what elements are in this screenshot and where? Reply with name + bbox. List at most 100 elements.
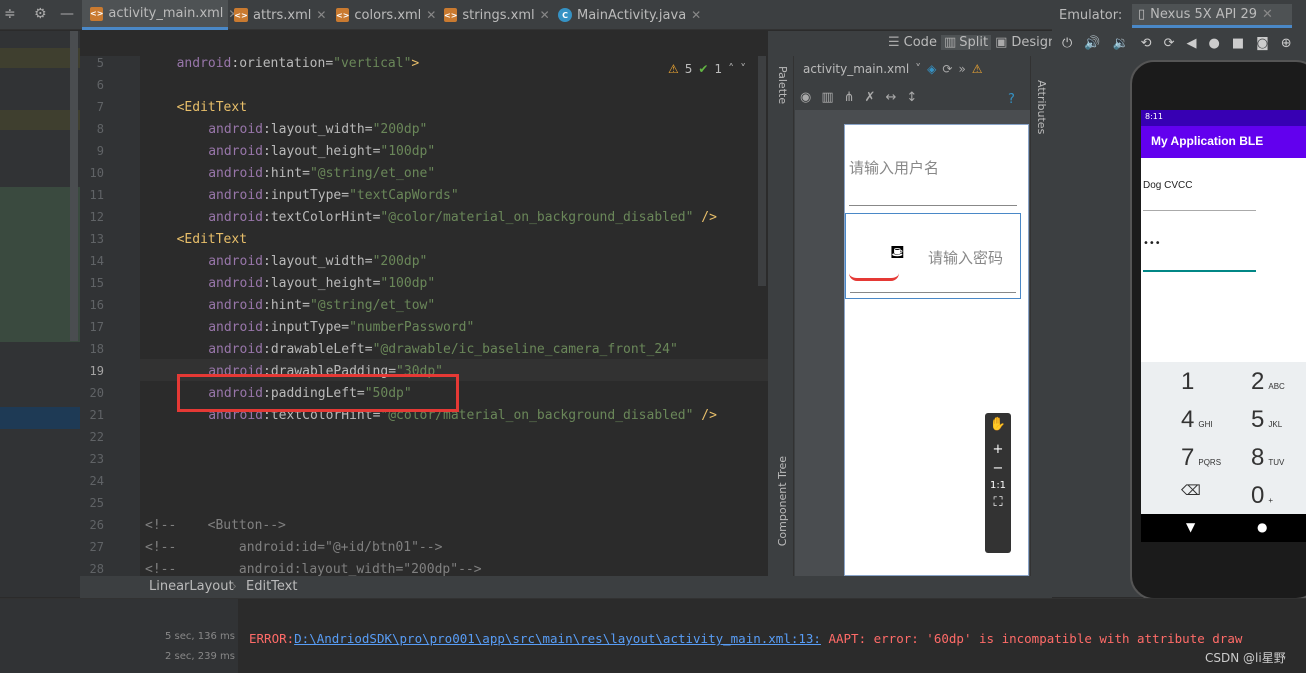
split-mode-button[interactable]: ▥ Split [940,35,992,50]
editor-scrollbar[interactable] [758,56,766,286]
volume-up-icon[interactable]: 🔊 [1084,36,1100,51]
annotation-highlight-box [177,374,459,412]
orientation-icon[interactable]: ⟳ [942,62,952,76]
power-icon[interactable]: ⏻ [1062,36,1072,51]
split-horizontal-icon[interactable]: ≑ [4,6,16,22]
selected-stripe [0,407,80,429]
blueprint-icon[interactable]: ▥ [821,90,833,105]
code-token: inputType [270,188,342,203]
fit-screen-icon[interactable]: ⛶ [985,495,1011,510]
selected-edittext[interactable]: ⛾ 请输入密码 [845,213,1021,299]
close-icon[interactable]: ✕ [1262,7,1273,22]
code-token: : [262,254,271,269]
chevron-down-icon[interactable]: ˅ [740,62,746,76]
back-icon[interactable]: ◀ [1186,36,1196,51]
xml-file-icon: <> [234,8,248,22]
code-token: "@string/et_tow" [309,298,436,313]
close-icon[interactable]: ✕ [316,8,326,22]
gear-icon[interactable]: ⚙ [34,6,47,22]
status-bar: 8:11 [1141,110,1306,126]
attributes-tab[interactable]: Attributes [1035,80,1048,134]
camera-icon[interactable]: ◙ [1256,36,1269,51]
tab-colors-xml[interactable]: <> colors.xml ✕ [336,0,436,30]
emulator-device-tab[interactable]: ▯ Nexus 5X API 29 ✕ [1132,4,1292,28]
zoom-controls: ✋ + − 1:1 ⛶ [985,413,1011,553]
warning-icon[interactable]: ⚠ [972,62,983,76]
highlight-stripe [0,187,80,342]
rotate-left-icon[interactable]: ⟲ [1141,36,1152,51]
layout-file-select[interactable]: activity_main.xml [803,62,909,76]
password-field[interactable]: ••• [1143,238,1161,249]
clear-constraints-icon[interactable]: ✗ [865,90,876,105]
layout-preview[interactable]: 请输入用户名 ⛾ 请输入密码 ✋ + − 1:1 ⛶ [844,124,1029,576]
more-icon[interactable]: » [958,62,965,76]
camera-front-icon: ⛾ [890,242,905,263]
keypad-key[interactable]: 1 [1181,368,1198,396]
pan-icon[interactable]: ✋ [985,417,1011,432]
palette-tab[interactable]: Palette [776,66,789,104]
code-token: layout_height [270,276,373,291]
chevron-down-icon: ˅ [915,62,922,76]
close-icon[interactable]: ✕ [540,8,550,22]
layers-icon[interactable]: ◈ [927,62,936,76]
red-scribble [849,273,899,281]
underline [1143,210,1256,211]
component-tree-tab[interactable]: Component Tree [776,456,789,546]
status-time: 8:11 [1145,112,1163,121]
line-number: 20 [89,386,104,400]
code-token: : [262,210,271,225]
home-icon[interactable]: ● [1208,36,1219,51]
tab-activity-main-xml[interactable]: <> activity_main.xml ✕ [82,0,238,30]
code-token: "@color/material_on_background_disabled" [380,210,694,225]
close-icon[interactable]: ✕ [691,8,701,22]
rotate-right-icon[interactable]: ⟳ [1164,36,1175,51]
keypad-key[interactable]: ⌫ [1181,482,1205,499]
design-mode-button[interactable]: Design [1011,35,1056,50]
inspection-widget[interactable]: ⚠ 5 ✔ 1 ˄ ˅ [668,62,746,76]
magnet-off-icon[interactable]: ⋔ [844,90,855,105]
close-icon[interactable]: ✕ [426,8,436,22]
line-number: 22 [89,430,104,444]
back-nav-icon[interactable]: ▼ [1186,520,1195,534]
zoom-icon[interactable]: ⊕ [1281,36,1292,51]
keypad-key[interactable]: 4 GHI [1181,406,1213,434]
help-icon[interactable]: ? [1008,92,1015,107]
keypad-key[interactable]: 2 ABC [1251,368,1285,396]
tab-strings-xml[interactable]: <> strings.xml ✕ [444,0,550,30]
code-token: android [208,342,263,357]
code-token: : [262,166,271,181]
zoom-in-icon[interactable]: + [985,442,1011,457]
line-number: 7 [96,100,104,114]
home-nav-icon[interactable]: ● [1257,520,1267,534]
error-file-link[interactable]: D:\AndriodSDK\pro\pro001\app\src\main\re… [294,631,821,646]
breadcrumb-item[interactable]: LinearLayout [149,579,234,594]
keypad-key[interactable]: 7 PQRS [1181,444,1221,472]
code-editor[interactable]: android:orientation="vertical"> <EditText… [140,56,768,576]
zoom-actual-size[interactable]: 1:1 [985,480,1011,491]
chevron-up-icon[interactable]: ˄ [728,62,734,76]
code-line: android:layout_width="200dp" [208,119,427,141]
code-token: android [176,56,232,71]
breadcrumb-item[interactable]: EditText [246,579,297,594]
zoom-out-icon[interactable]: − [985,461,1011,476]
minimize-icon[interactable]: — [60,6,74,22]
code-mode-button[interactable]: Code [904,35,937,50]
keypad-key[interactable]: 0 + [1251,482,1273,510]
code-token: layout_height [270,144,373,159]
overview-icon[interactable]: ■ [1232,36,1244,51]
username-field[interactable]: Dog CVCC [1143,180,1192,191]
device-screen[interactable]: 8:11 My Application BLE Dog CVCC ••• ▼ ●… [1141,110,1306,542]
key-digit: 0 [1251,482,1265,509]
horizontal-resize-icon[interactable]: ↔ [885,90,896,105]
eye-icon[interactable]: ◉ [800,90,811,105]
keypad-key[interactable]: 5 JKL [1251,406,1282,434]
keypad-key[interactable]: 8 TUV [1251,444,1284,472]
tab-mainactivity-java[interactable]: C MainActivity.java ✕ [558,0,718,30]
volume-down-icon[interactable]: 🔉 [1112,36,1128,51]
code-token: layout_width [270,122,365,137]
tab-attrs-xml[interactable]: <> attrs.xml ✕ [234,0,329,30]
vertical-resize-icon[interactable]: ↕ [906,90,917,105]
code-token: inputType [270,320,342,335]
build-error-line: ERROR:D:\AndriodSDK\pro\pro001\app\src\m… [249,631,1242,646]
line-number: 11 [89,188,104,202]
